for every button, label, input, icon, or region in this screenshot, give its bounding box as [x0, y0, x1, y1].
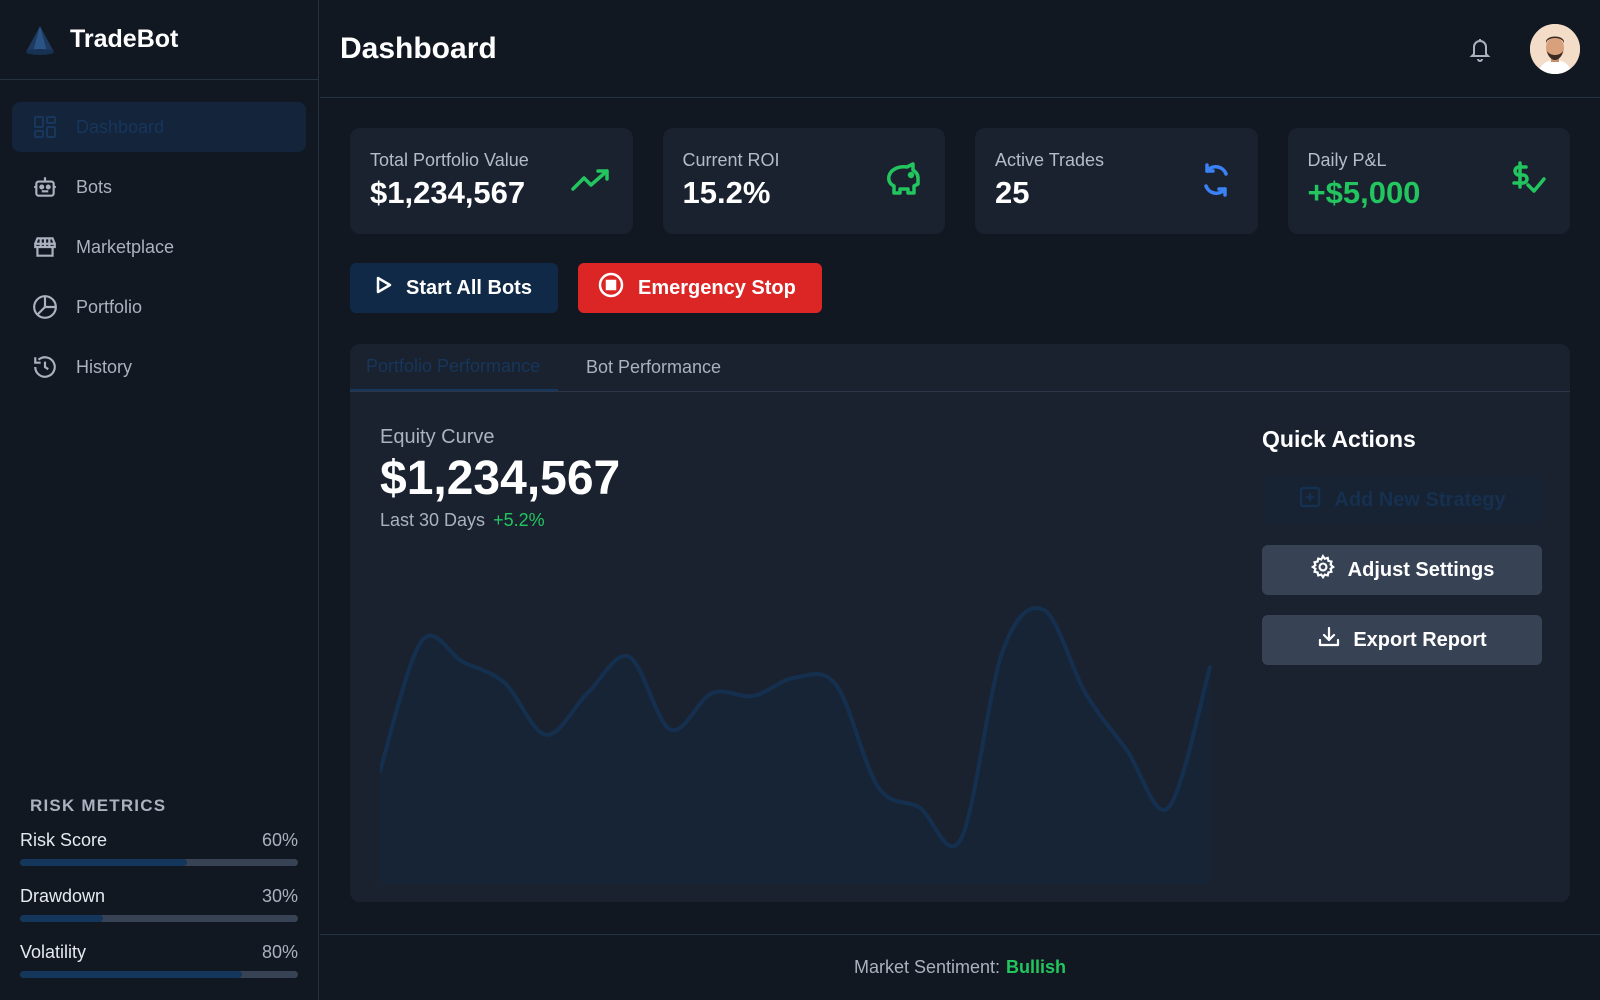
tab-bot-performance[interactable]: Bot Performance	[570, 344, 737, 391]
market-sentiment-bar: Market Sentiment: Bullish	[320, 934, 1600, 1000]
download-icon	[1317, 625, 1341, 655]
page-title: Dashboard	[340, 31, 497, 65]
equity-period: Last 30 Days	[380, 510, 486, 530]
equity-chart	[380, 606, 1212, 884]
volatility-label: Volatility	[20, 942, 87, 962]
quick-actions-title: Quick Actions	[1262, 426, 1416, 452]
topbar: Dashboard	[320, 0, 1600, 98]
robot-icon	[32, 174, 58, 200]
drawdown-row: Drawdown 30%	[20, 886, 298, 922]
sidebar-item-portfolio[interactable]: Portfolio	[12, 282, 306, 332]
dollar-check-icon	[1506, 158, 1550, 202]
dashboard-icon	[32, 114, 58, 140]
sidebar-item-dashboard[interactable]: Dashboard	[12, 102, 306, 152]
risk-metrics: RISK METRICS Risk Score 60% Drawdown 30%…	[20, 796, 298, 978]
stop-circle-icon	[598, 272, 624, 304]
stat-card-active-trades: Active Trades 25	[975, 128, 1258, 234]
risk-score-value: 60%	[261, 830, 298, 850]
plus-square-icon	[1298, 485, 1322, 515]
stat-card-roi: Current ROI 15.2%	[662, 128, 945, 234]
risk-metrics-title: RISK METRICS	[30, 796, 167, 815]
sidebar-item-label: History	[76, 356, 133, 377]
quick-actions: Quick Actions Add New Strategy Adjust Se…	[1262, 426, 1542, 685]
equity-summary: Equity Curve $1,234,567 Last 30 Days +5.2…	[380, 426, 620, 531]
risk-score-bar	[20, 859, 298, 866]
main-content: Dashboard Total Portfolio Value $1,234,5…	[320, 0, 1600, 1000]
brand[interactable]: TradeBot	[0, 0, 318, 80]
equity-subtitle: Last 30 Days +5.2%	[380, 510, 620, 531]
sidebar-nav: Dashboard Bots Marketplace Portfolio His…	[0, 80, 318, 392]
performance-panel: Portfolio Performance Bot Performance Eq…	[350, 344, 1570, 902]
volatility-value: 80%	[261, 942, 298, 962]
volatility-bar	[20, 971, 298, 978]
bot-actions: Start All Bots Emergency Stop	[350, 263, 822, 313]
market-sentiment-label: Market Sentiment:	[853, 957, 1001, 977]
refresh-icon	[1194, 158, 1238, 202]
equity-value: $1,234,567	[380, 452, 621, 505]
adjust-settings-label: Adjust Settings	[1347, 558, 1495, 581]
start-all-bots-button[interactable]: Start All Bots	[350, 263, 558, 313]
equity-change: +5.2%	[493, 510, 545, 530]
equity-label: Equity Curve	[380, 426, 495, 448]
sidebar-item-bots[interactable]: Bots	[12, 162, 306, 212]
volatility-row: Volatility 80%	[20, 942, 298, 978]
drawdown-bar	[20, 915, 298, 922]
sidebar: TradeBot Dashboard Bots Marketplace Port…	[0, 0, 319, 1000]
sidebar-item-label: Dashboard	[76, 116, 165, 137]
start-all-bots-label: Start All Bots	[406, 276, 532, 299]
volatility-fill	[20, 971, 243, 978]
emergency-stop-button[interactable]: Emergency Stop	[578, 263, 822, 313]
play-icon	[376, 276, 392, 300]
history-icon	[32, 354, 58, 380]
equity-area	[380, 607, 1210, 884]
trending-up-icon	[569, 158, 613, 202]
sidebar-item-label: Marketplace	[76, 236, 175, 257]
sidebar-item-history[interactable]: History	[12, 342, 306, 392]
store-icon	[32, 234, 58, 260]
add-new-strategy-button[interactable]: Add New Strategy	[1262, 475, 1542, 525]
export-report-label: Export Report	[1353, 628, 1487, 651]
stat-card-daily-pnl: Daily P&L +$5,000	[1287, 128, 1570, 234]
avatar[interactable]	[1530, 23, 1580, 74]
market-sentiment-value: Bullish	[1006, 957, 1067, 977]
export-report-button[interactable]: Export Report	[1262, 615, 1542, 665]
stats-row: Total Portfolio Value $1,234,567 Current…	[350, 128, 1570, 234]
sidebar-item-marketplace[interactable]: Marketplace	[12, 222, 306, 272]
tab-portfolio-performance[interactable]: Portfolio Performance	[350, 344, 558, 391]
adjust-settings-button[interactable]: Adjust Settings	[1262, 545, 1542, 595]
brand-name: TradeBot	[70, 25, 179, 53]
sidebar-item-label: Bots	[76, 176, 113, 197]
stat-card-portfolio-value: Total Portfolio Value $1,234,567	[350, 128, 633, 234]
drawdown-value: 30%	[261, 886, 298, 906]
piggy-bank-icon	[881, 158, 925, 202]
performance-tabs: Portfolio Performance Bot Performance	[350, 344, 1570, 392]
gear-icon	[1310, 554, 1336, 586]
risk-score-label: Risk Score	[20, 830, 108, 850]
risk-score-fill	[20, 859, 187, 866]
drawdown-fill	[20, 915, 104, 922]
bell-icon[interactable]	[1460, 29, 1500, 69]
pie-chart-icon	[32, 294, 58, 320]
logo-icon	[22, 22, 58, 58]
drawdown-label: Drawdown	[20, 886, 106, 906]
sidebar-item-label: Portfolio	[76, 296, 143, 317]
emergency-stop-label: Emergency Stop	[638, 276, 796, 299]
add-new-strategy-label: Add New Strategy	[1334, 488, 1506, 511]
risk-score-row: Risk Score 60%	[20, 830, 298, 866]
